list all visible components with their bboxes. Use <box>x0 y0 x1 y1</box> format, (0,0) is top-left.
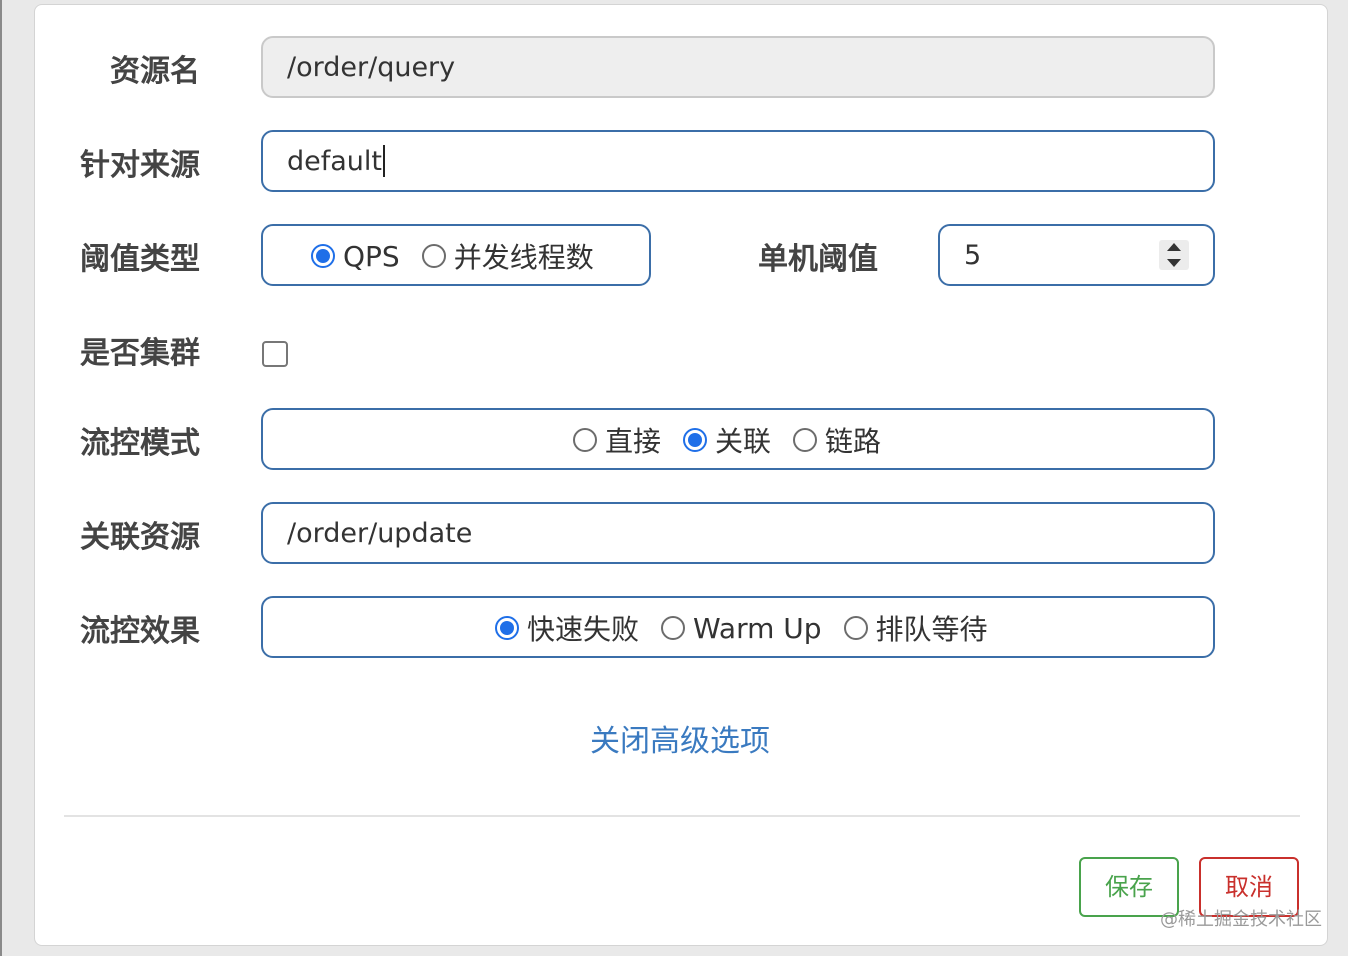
spinner-down-icon[interactable] <box>1167 259 1181 267</box>
behavior-option-fast-fail[interactable]: 快速失败 <box>495 608 639 648</box>
grade-label: 阈值类型 <box>80 242 200 277</box>
radio-unselected-icon[interactable] <box>793 428 818 452</box>
resource-name-label: 资源名 <box>110 54 200 89</box>
ref-resource-value: /order/update <box>287 518 473 549</box>
radio-unselected-icon[interactable] <box>661 616 686 640</box>
radio-selected-icon[interactable] <box>683 428 708 452</box>
strategy-label: 流控模式 <box>80 426 200 461</box>
grade-radio-group: QPS 并发线程数 <box>261 224 651 286</box>
behavior-option-label: 快速失败 <box>527 613 640 646</box>
strategy-radio-group: 直接 关联 链路 <box>261 408 1215 470</box>
control-behavior-radio-group: 快速失败 Warm Up 排队等待 <box>261 596 1215 658</box>
threshold-number-input[interactable]: 5 <box>938 224 1215 286</box>
ref-resource-label: 关联资源 <box>80 520 200 555</box>
grade-option-label: QPS <box>343 239 400 273</box>
strategy-option-label: 关联 <box>715 425 772 458</box>
close-advanced-options-link[interactable]: 关闭高级选项 <box>590 722 770 762</box>
radio-unselected-icon[interactable] <box>421 244 446 268</box>
watermark: @稀土掘金技术社区 <box>1160 909 1322 930</box>
radio-unselected-icon[interactable] <box>573 428 597 452</box>
limit-app-value: default <box>287 146 383 177</box>
grade-option-label: 并发线程数 <box>453 241 594 274</box>
window-edge <box>0 0 2 956</box>
control-behavior-label: 流控效果 <box>80 614 200 649</box>
grade-option-qps[interactable]: QPS <box>311 240 400 273</box>
limit-app-text: default <box>287 132 386 192</box>
strategy-option-relate[interactable]: 关联 <box>683 420 771 460</box>
threshold-label: 单机阈值 <box>758 242 878 277</box>
strategy-option-direct[interactable]: 直接 <box>573 420 661 460</box>
cluster-label: 是否集群 <box>80 336 200 371</box>
behavior-option-label: 排队等待 <box>875 613 988 646</box>
cluster-checkbox[interactable] <box>262 341 288 367</box>
number-spinner[interactable] <box>1159 240 1189 270</box>
behavior-option-queue[interactable]: 排队等待 <box>843 608 988 648</box>
strategy-option-label: 链路 <box>825 425 882 458</box>
strategy-option-label: 直接 <box>605 425 662 458</box>
footer-divider <box>64 815 1300 817</box>
behavior-option-label: Warm Up <box>693 611 822 645</box>
radio-unselected-icon[interactable] <box>843 616 868 640</box>
radio-selected-icon[interactable] <box>495 616 519 640</box>
spinner-up-icon[interactable] <box>1167 243 1181 251</box>
radio-selected-icon[interactable] <box>311 244 335 268</box>
text-cursor <box>383 144 386 177</box>
behavior-option-warm-up[interactable]: Warm Up <box>661 612 822 645</box>
limit-app-label: 针对来源 <box>80 148 200 183</box>
grade-option-thread[interactable]: 并发线程数 <box>421 236 594 276</box>
threshold-value: 5 <box>964 240 982 271</box>
limit-app-input[interactable]: default <box>261 130 1215 192</box>
ref-resource-input[interactable]: /order/update <box>261 502 1215 564</box>
resource-name-field: /order/query <box>261 36 1215 98</box>
strategy-option-chain[interactable]: 链路 <box>793 420 881 460</box>
resource-name-value: /order/query <box>287 52 456 83</box>
